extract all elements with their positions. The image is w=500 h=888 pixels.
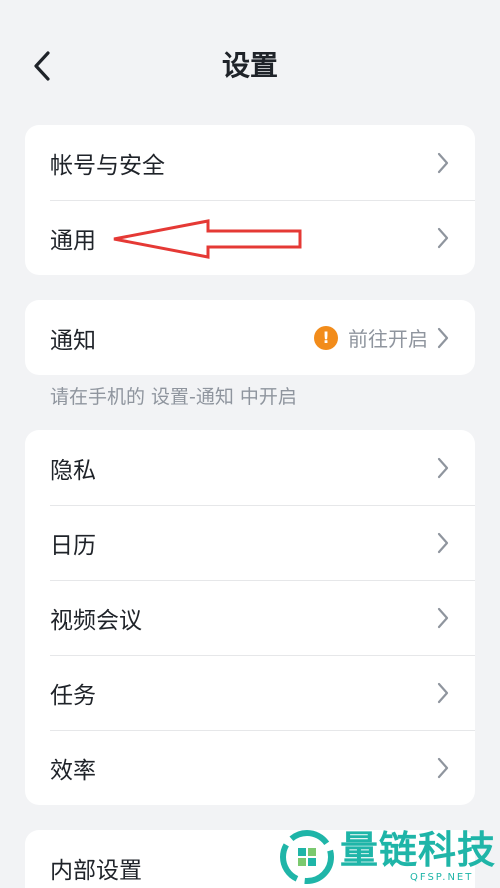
chevron-right-icon: [436, 531, 450, 555]
efficiency-item[interactable]: 效率: [25, 730, 475, 805]
efficiency-label: 效率: [50, 757, 96, 784]
internal-settings-item[interactable]: 内部设置: [25, 830, 475, 888]
features-card: 隐私 日历 视频会议 任务 效率: [25, 430, 475, 805]
header: 设置: [0, 0, 500, 130]
account-security-item[interactable]: 帐号与安全: [25, 125, 475, 200]
video-meeting-item[interactable]: 视频会议: [25, 580, 475, 655]
privacy-item[interactable]: 隐私: [25, 430, 475, 505]
general-item[interactable]: 通用: [25, 200, 475, 275]
internal-settings-label: 内部设置: [50, 857, 142, 884]
chevron-right-icon: [436, 226, 450, 250]
video-meeting-label: 视频会议: [50, 607, 142, 634]
tasks-label: 任务: [50, 682, 96, 709]
notification-label: 通知: [50, 327, 96, 354]
calendar-item[interactable]: 日历: [25, 505, 475, 580]
chevron-right-icon: [436, 681, 450, 705]
account-general-card: 帐号与安全 通用: [25, 125, 475, 275]
tasks-item[interactable]: 任务: [25, 655, 475, 730]
privacy-label: 隐私: [50, 457, 96, 484]
chevron-right-icon: [436, 151, 450, 175]
chevron-right-icon: [436, 456, 450, 480]
notification-item[interactable]: 通知 ! 前往开启: [25, 300, 475, 375]
warning-icon: !: [314, 325, 338, 350]
general-label: 通用: [50, 227, 96, 254]
chevron-right-icon: [436, 756, 450, 780]
page-title: 设置: [221, 49, 278, 82]
calendar-label: 日历: [50, 532, 96, 559]
notification-value: 前往开启: [348, 327, 428, 351]
notification-card: 通知 ! 前往开启: [25, 300, 475, 375]
notification-hint: 请在手机的 设置-通知 中开启: [50, 386, 297, 408]
chevron-right-icon: [436, 606, 450, 630]
notification-status: ! 前往开启: [314, 323, 428, 352]
internal-card: 内部设置: [25, 830, 475, 888]
chevron-right-icon: [436, 326, 450, 350]
account-security-label: 帐号与安全: [50, 152, 165, 179]
